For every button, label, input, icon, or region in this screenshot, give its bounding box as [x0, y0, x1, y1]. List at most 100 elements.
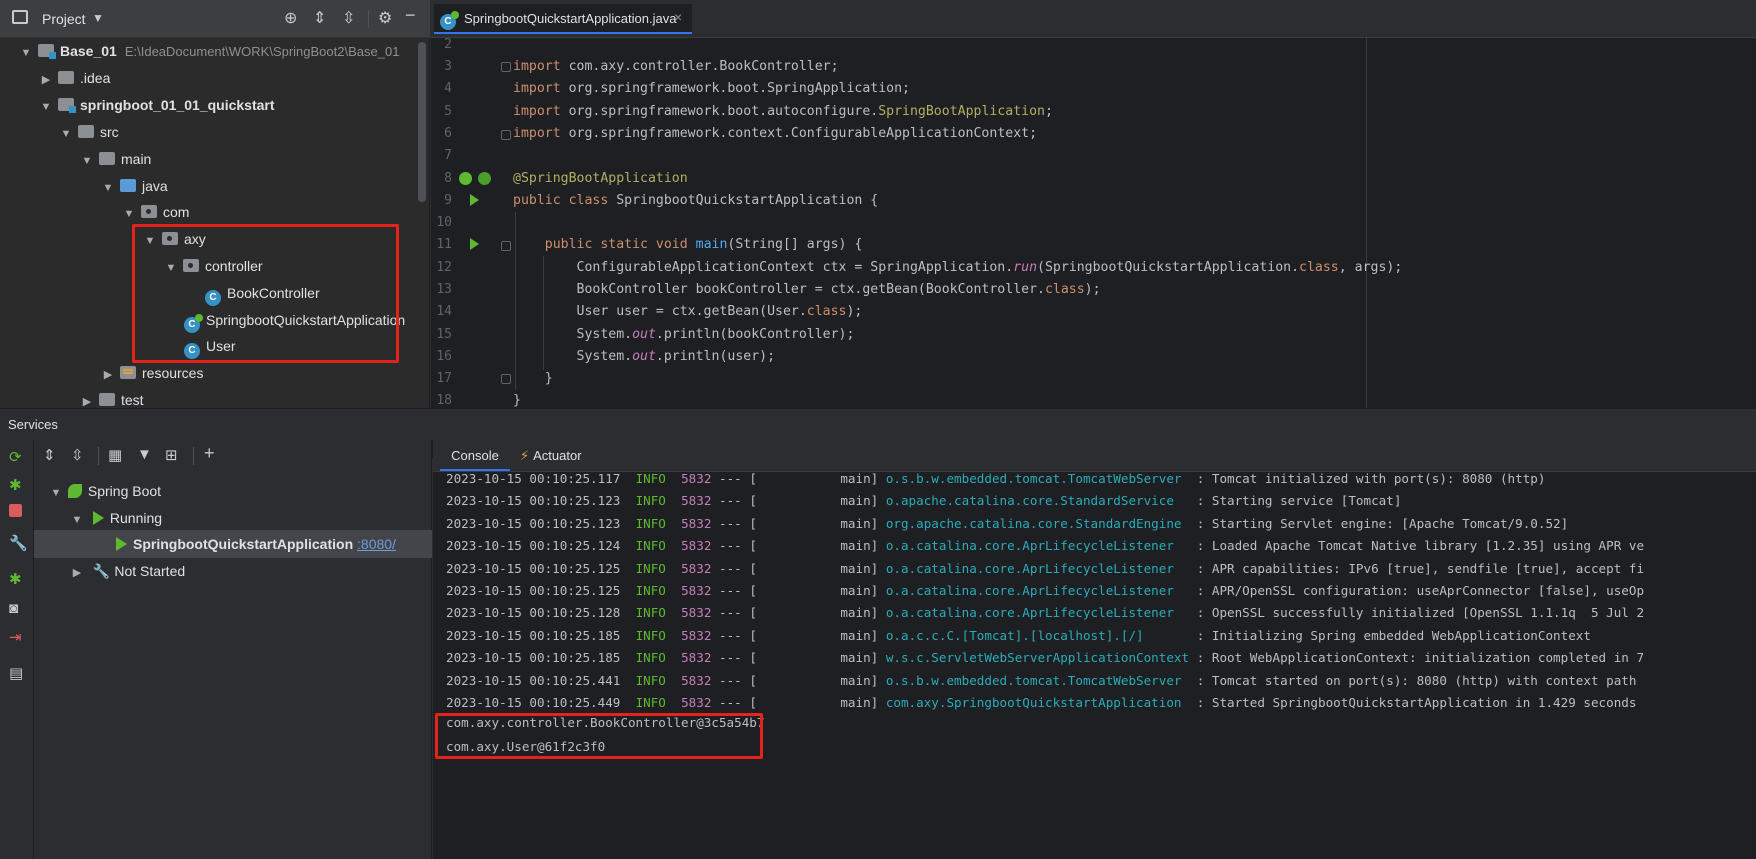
code-line: } — [513, 393, 521, 408]
port-link[interactable]: :8080/ — [357, 536, 396, 552]
code-line: import org.springframework.boot.autoconf… — [513, 104, 1053, 119]
gear-icon[interactable]: ⚙ — [378, 8, 392, 28]
tree-label: .idea — [80, 70, 111, 86]
chevron-down-icon[interactable]: ▼ — [18, 40, 34, 66]
debug-config-icon[interactable]: ✱ — [9, 570, 22, 588]
tree-item-quickstart-module[interactable]: ▼ springboot_01_01_quickstart — [38, 92, 275, 118]
log-row: 2023-10-15 00:10:25.449 INFO 5832 --- [ … — [446, 692, 1756, 714]
line-number: 16 — [436, 349, 452, 364]
log-timestamp: 2023-10-15 00:10:25.185 — [446, 650, 621, 665]
expand-all-icon[interactable]: ⇕ — [313, 8, 326, 28]
line-number: 6 — [444, 126, 452, 141]
folder-icon — [99, 152, 115, 165]
add-icon[interactable]: + — [204, 443, 215, 464]
tree-item-resources[interactable]: ▶ resources — [100, 360, 204, 388]
collapse-all-icon[interactable]: ⇳ — [342, 8, 355, 28]
line-number: 10 — [436, 215, 452, 230]
log-thread: --- [ main] — [711, 673, 886, 688]
chevron-down-icon[interactable]: ▼ — [92, 11, 104, 25]
tree-item-java[interactable]: ▼ java — [100, 173, 168, 199]
log-message: : Tomcat initialized with port(s): 8080 … — [1189, 471, 1546, 486]
log-row: 2023-10-15 00:10:25.125 INFO 5832 --- [ … — [446, 580, 1756, 602]
log-level: INFO — [635, 583, 666, 598]
close-icon[interactable]: × — [674, 9, 682, 25]
rerun-icon[interactable]: ⟳ — [9, 448, 22, 466]
tree-item-main[interactable]: ▼ main — [79, 146, 152, 174]
services-spring-boot[interactable]: ▼ Spring Boot — [48, 478, 162, 506]
tree-item-base01[interactable]: ▼ Base_01 E:\IdeaDocument\WORK\SpringBoot2… — [18, 38, 399, 64]
spring-bean-icon[interactable] — [459, 172, 472, 185]
project-title[interactable]: Project — [42, 11, 86, 27]
fold-marker-icon[interactable] — [501, 241, 511, 251]
filter-icon[interactable]: ▼ — [137, 446, 152, 463]
services-not-started[interactable]: ▶ 🔧 Not Started — [69, 558, 185, 584]
log-logger: o.s.b.w.embedded.tomcat.TomcatWebServer — [885, 471, 1190, 486]
chevron-right-icon[interactable]: ▶ — [100, 362, 116, 388]
code-line: BookController bookController = ctx.getB… — [513, 282, 1101, 297]
resources-folder-icon — [120, 366, 136, 379]
log-timestamp: 2023-10-15 00:10:25.125 — [446, 561, 621, 576]
log-thread: --- [ main] — [711, 493, 886, 508]
chevron-down-icon[interactable]: ▼ — [58, 121, 74, 147]
log-message: : Starting service [Tomcat] — [1189, 493, 1402, 508]
tree-label: springboot_01_01_quickstart — [80, 97, 275, 113]
chevron-down-icon[interactable]: ▼ — [38, 94, 54, 120]
log-message: : Tomcat started on port(s): 8080 (http)… — [1189, 673, 1637, 688]
new-tab-icon[interactable]: ⊞ — [165, 446, 178, 464]
layout-icon[interactable]: ▤ — [9, 664, 23, 682]
minimize-icon[interactable]: − — [405, 5, 416, 26]
log-timestamp: 2023-10-15 00:10:25.185 — [446, 628, 621, 643]
log-thread: --- [ main] — [711, 628, 886, 643]
log-thread: --- [ main] — [711, 561, 886, 576]
code-line: @SpringBootApplication — [513, 171, 688, 186]
chevron-down-icon[interactable]: ▼ — [79, 148, 95, 174]
stop-icon[interactable] — [9, 504, 22, 517]
fold-marker-icon[interactable] — [501, 62, 511, 72]
toolbar-divider — [98, 447, 99, 465]
collapse-all-icon[interactable]: ⇳ — [71, 446, 84, 464]
chevron-right-icon[interactable]: ▶ — [69, 560, 85, 586]
tree-label: main — [121, 151, 152, 167]
tab-console[interactable]: Console — [440, 441, 510, 471]
tree-item-com[interactable]: ▼ com — [121, 199, 190, 225]
chevron-right-icon[interactable]: ▶ — [38, 67, 54, 93]
line-number: 4 — [444, 81, 452, 96]
group-icon[interactable]: ▦ — [108, 446, 122, 464]
log-message: : Starting Servlet engine: [Apache Tomca… — [1189, 516, 1569, 531]
code-line: System.out.println(bookController); — [513, 327, 855, 342]
log-logger: o.apache.catalina.core.StandardService — [885, 493, 1190, 508]
services-app[interactable]: SpringbootQuickstartApplication :8080/ — [116, 531, 396, 557]
log-level: INFO — [635, 516, 666, 531]
log-logger: o.s.b.w.embedded.tomcat.TomcatWebServer — [885, 673, 1190, 688]
debug-icon[interactable]: ✱ — [9, 476, 22, 494]
log-pid: 5832 — [681, 516, 712, 531]
spring-boot-icon — [67, 484, 82, 498]
spring-config-icon[interactable] — [478, 172, 491, 185]
fold-marker-icon[interactable] — [501, 130, 511, 140]
folder-icon — [78, 125, 94, 138]
wrench-icon[interactable]: 🔧 — [9, 534, 28, 552]
services-title: Services — [8, 417, 58, 432]
locate-icon[interactable]: ⊕ — [284, 8, 297, 28]
tab-actuator[interactable]: ⚡ Actuator — [520, 441, 582, 471]
services-running[interactable]: ▼ Running — [69, 505, 163, 531]
tree-item-idea[interactable]: ▶ .idea — [38, 65, 111, 93]
run-icon[interactable] — [470, 238, 479, 250]
login-icon[interactable]: ⇥ — [9, 628, 22, 646]
folder-icon — [99, 393, 115, 406]
expand-all-icon[interactable]: ⇕ — [43, 446, 56, 464]
spring-boot-class-icon: C — [440, 11, 459, 30]
fold-marker-icon[interactable] — [501, 374, 511, 384]
camera-icon[interactable]: ◙ — [9, 600, 18, 617]
line-number: 8 — [444, 171, 452, 186]
services-side-toolbar: ⟳ ✱ 🔧 ✱ ◙ ⇥ ▤ — [0, 440, 34, 859]
project-header: Project ▼ ⊕ ⇕ ⇳ ⚙ − — [0, 0, 430, 38]
editor-tab[interactable]: C SpringbootQuickstartApplication.java × — [434, 4, 692, 34]
log-logger: o.a.catalina.core.AprLifecycleListener — [885, 538, 1190, 553]
chevron-down-icon[interactable]: ▼ — [100, 175, 116, 201]
editor-tab-label: SpringbootQuickstartApplication.java — [464, 11, 677, 26]
log-logger: com.axy.SpringbootQuickstartApplication — [885, 695, 1190, 710]
chevron-down-icon[interactable]: ▼ — [48, 480, 64, 506]
run-icon[interactable] — [470, 194, 479, 206]
tree-item-src[interactable]: ▼ src — [58, 119, 119, 145]
